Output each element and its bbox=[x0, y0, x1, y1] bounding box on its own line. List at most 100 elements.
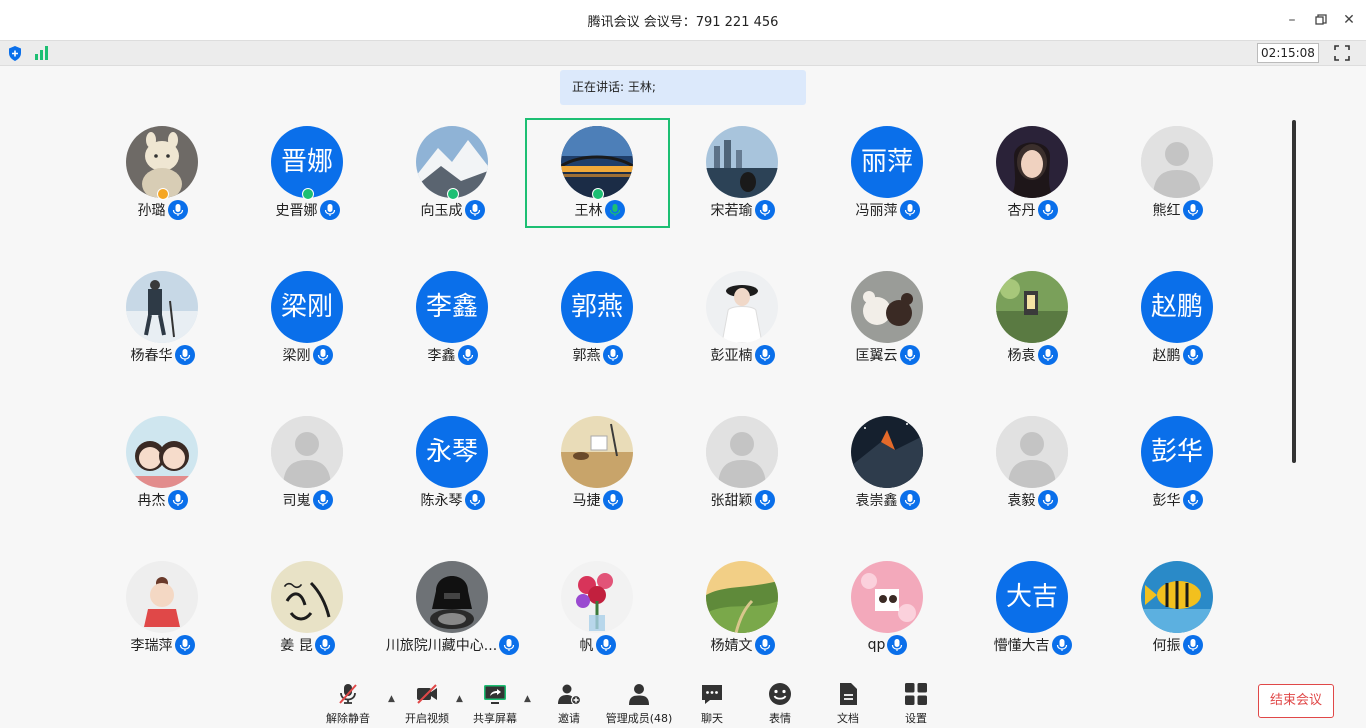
share-screen-icon bbox=[484, 685, 506, 704]
title-bar: 腾讯会议 会议号：791 221 456 – ✕ bbox=[0, 0, 1366, 40]
participant-tile[interactable]: 帆 bbox=[525, 553, 670, 663]
participant-tile[interactable]: 杏丹 bbox=[960, 118, 1105, 228]
mic-icon[interactable] bbox=[602, 345, 623, 365]
mic-icon[interactable] bbox=[312, 345, 333, 365]
mic-icon[interactable] bbox=[174, 635, 195, 655]
share-options-caret-icon[interactable]: ▲ bbox=[524, 694, 531, 704]
end-meeting-button[interactable]: 结束会议 bbox=[1258, 684, 1334, 718]
participant-tile[interactable]: 彭华 彭华 bbox=[1105, 408, 1250, 518]
participant-tile[interactable]: 杨春华 bbox=[90, 263, 235, 373]
mic-icon[interactable] bbox=[312, 490, 333, 510]
mic-icon[interactable] bbox=[167, 490, 188, 510]
mic-icon[interactable] bbox=[499, 635, 520, 655]
participant-name-row: 袁毅 bbox=[960, 490, 1105, 510]
participant-name: 郭燕 bbox=[572, 348, 601, 364]
participant-tile[interactable]: 宋若瑜 bbox=[670, 118, 815, 228]
shield-icon[interactable] bbox=[8, 46, 22, 61]
mic-icon[interactable] bbox=[1182, 200, 1203, 220]
host-badge-icon bbox=[302, 188, 314, 200]
avatar bbox=[851, 416, 923, 488]
docs-label: 文档 bbox=[837, 712, 859, 725]
mic-icon[interactable] bbox=[1182, 490, 1203, 510]
participant-tile[interactable]: 彭亚楠 bbox=[670, 263, 815, 373]
participant-tile[interactable]: 李瑞萍 bbox=[90, 553, 235, 663]
share-screen-button[interactable]: 共享屏幕 bbox=[460, 682, 530, 728]
participant-tile[interactable]: 司嵬 bbox=[235, 408, 380, 518]
reactions-label: 表情 bbox=[769, 712, 791, 725]
participant-name: 张甜颖 bbox=[710, 493, 753, 509]
participant-name-row: 陈永琴 bbox=[380, 490, 525, 510]
meeting-timer: 02:15:08 bbox=[1257, 43, 1319, 63]
avatar bbox=[1141, 561, 1213, 633]
participant-tile[interactable]: 〜姜 昆 bbox=[235, 553, 380, 663]
participant-tile[interactable]: 匡翼云 bbox=[815, 263, 960, 373]
minimize-icon[interactable]: – bbox=[1282, 10, 1302, 30]
mic-icon[interactable] bbox=[754, 635, 775, 655]
mic-icon[interactable] bbox=[1182, 345, 1203, 365]
participant-tile[interactable]: 王林 bbox=[525, 118, 670, 228]
mic-icon[interactable] bbox=[595, 635, 616, 655]
participant-name-row: 杨春华 bbox=[90, 345, 235, 365]
mic-icon[interactable] bbox=[899, 345, 920, 365]
participant-tile[interactable]: 孙璐 bbox=[90, 118, 235, 228]
participant-tile[interactable]: 永琴 陈永琴 bbox=[380, 408, 525, 518]
mic-icon[interactable] bbox=[754, 490, 775, 510]
participant-tile[interactable]: 梁刚 梁刚 bbox=[235, 263, 380, 373]
participant-name: 冉杰 bbox=[137, 493, 166, 509]
speaking-mic-icon[interactable] bbox=[604, 200, 625, 220]
mic-icon[interactable] bbox=[464, 200, 485, 220]
invite-button[interactable]: 邀请 bbox=[534, 682, 604, 728]
mic-icon[interactable] bbox=[167, 200, 188, 220]
manage-members-button[interactable]: 管理成员(48) bbox=[604, 682, 674, 728]
scrollbar[interactable] bbox=[1292, 120, 1296, 463]
start-video-button[interactable]: 开启视频 bbox=[392, 682, 462, 728]
mic-icon[interactable] bbox=[457, 345, 478, 365]
participant-tile[interactable]: 杨袁 bbox=[960, 263, 1105, 373]
participant-tile[interactable]: 郭燕 郭燕 bbox=[525, 263, 670, 373]
participant-tile[interactable]: 袁毅 bbox=[960, 408, 1105, 518]
restore-icon[interactable] bbox=[1311, 10, 1331, 30]
participant-tile[interactable]: 川旅院川藏中心... bbox=[380, 553, 525, 663]
speaking-banner: 正在讲话: 王林; bbox=[560, 70, 806, 105]
mic-icon[interactable] bbox=[1051, 635, 1072, 655]
participant-tile[interactable]: 何振 bbox=[1105, 553, 1250, 663]
mic-icon[interactable] bbox=[1037, 345, 1058, 365]
participant-tile[interactable]: 冉杰 bbox=[90, 408, 235, 518]
participant-tile[interactable]: 袁崇鑫 bbox=[815, 408, 960, 518]
video-off-icon bbox=[417, 684, 437, 704]
fullscreen-icon[interactable] bbox=[1334, 45, 1350, 61]
mic-icon[interactable] bbox=[319, 200, 340, 220]
participant-tile[interactable]: qp bbox=[815, 553, 960, 663]
settings-button[interactable]: 设置 bbox=[881, 682, 951, 728]
mic-icon[interactable] bbox=[602, 490, 623, 510]
participant-tile[interactable]: 熊红 bbox=[1105, 118, 1250, 228]
participant-tile[interactable]: 晋娜 史晋娜 bbox=[235, 118, 380, 228]
mic-icon[interactable] bbox=[754, 345, 775, 365]
mic-icon[interactable] bbox=[464, 490, 485, 510]
mic-icon[interactable] bbox=[899, 490, 920, 510]
reactions-button[interactable]: 表情 bbox=[745, 682, 815, 728]
mic-icon[interactable] bbox=[1037, 200, 1058, 220]
mic-icon[interactable] bbox=[1182, 635, 1203, 655]
signal-icon[interactable] bbox=[34, 46, 50, 60]
participant-tile[interactable]: 向玉成 bbox=[380, 118, 525, 228]
mic-icon[interactable] bbox=[887, 635, 908, 655]
invite-icon bbox=[558, 684, 581, 706]
participant-tile[interactable]: 赵鹏 赵鹏 bbox=[1105, 263, 1250, 373]
participant-tile[interactable]: 李鑫 李鑫 bbox=[380, 263, 525, 373]
mic-icon[interactable] bbox=[1037, 490, 1058, 510]
mic-icon[interactable] bbox=[314, 635, 335, 655]
chat-button[interactable]: 聊天 bbox=[677, 682, 747, 728]
participant-tile[interactable]: 杨婧文 bbox=[670, 553, 815, 663]
mic-icon[interactable] bbox=[174, 345, 195, 365]
participant-tile[interactable]: 马捷 bbox=[525, 408, 670, 518]
mic-icon[interactable] bbox=[754, 200, 775, 220]
participant-tile[interactable]: 丽萍 冯丽萍 bbox=[815, 118, 960, 228]
participant-name-row: 匡翼云 bbox=[815, 345, 960, 365]
docs-button[interactable]: 文档 bbox=[813, 682, 883, 728]
mic-icon[interactable] bbox=[899, 200, 920, 220]
unmute-button[interactable]: 解除静音 bbox=[313, 682, 383, 728]
participant-tile[interactable]: 大吉 懵懂大吉 bbox=[960, 553, 1105, 663]
participant-tile[interactable]: 张甜颖 bbox=[670, 408, 815, 518]
close-icon[interactable]: ✕ bbox=[1339, 10, 1359, 30]
